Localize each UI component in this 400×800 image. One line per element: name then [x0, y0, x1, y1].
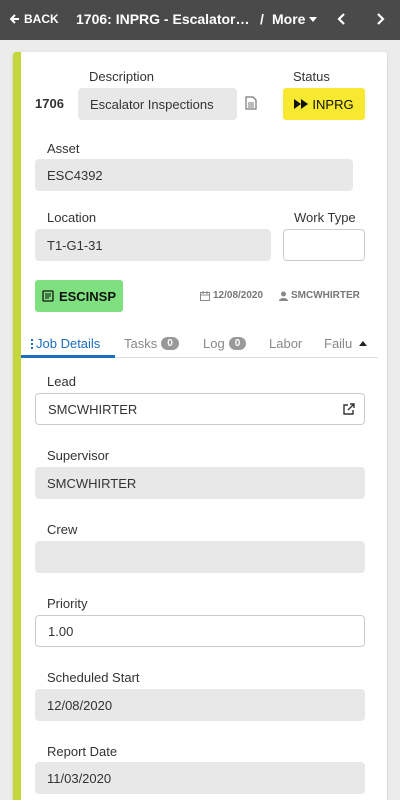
- report-date-label: Report Date: [47, 744, 118, 759]
- tab-failure[interactable]: Failu: [324, 336, 352, 351]
- date-meta: 12/08/2020: [200, 290, 263, 301]
- tab-bar: Job Details Tasks 0 Log 0 Labor Failu: [21, 328, 378, 358]
- supervisor-field[interactable]: SMCWHIRTER: [35, 467, 365, 499]
- tab-label: Labor: [269, 336, 303, 351]
- priority-label: Priority: [47, 596, 88, 611]
- description-field[interactable]: Escalator Inspections: [78, 88, 237, 120]
- lead-label: Lead: [47, 374, 76, 389]
- top-bar: BACK 1706: INPRG - Escalator Inspections…: [0, 0, 400, 40]
- worktype-label: Work Type: [294, 210, 356, 225]
- active-tab-indicator: [21, 355, 115, 358]
- owner-value: SMCWHIRTER: [291, 290, 360, 301]
- tab-label: Job Details: [36, 336, 101, 351]
- back-button[interactable]: BACK: [10, 12, 59, 26]
- status-accent-bar: [13, 52, 21, 800]
- lead-input[interactable]: SMCWHIRTER: [35, 393, 365, 425]
- status-button[interactable]: INPRG: [283, 88, 365, 120]
- asset-label: Asset: [47, 141, 80, 156]
- arrow-left-icon: [10, 14, 19, 24]
- tab-labor[interactable]: Labor: [269, 336, 302, 351]
- owner-meta: SMCWHIRTER: [279, 290, 360, 301]
- external-link-icon[interactable]: [343, 403, 355, 415]
- scheduled-start-field[interactable]: 12/08/2020: [35, 689, 365, 721]
- supervisor-label: Supervisor: [47, 448, 110, 463]
- description-label: Description: [89, 69, 155, 84]
- report-date-field[interactable]: 11/03/2020: [35, 762, 365, 794]
- asset-field[interactable]: ESC4392: [35, 159, 353, 191]
- tab-log[interactable]: Log 0: [203, 336, 247, 351]
- scheduled-start-label: Scheduled Start: [47, 670, 140, 685]
- status-label: Status: [293, 69, 330, 84]
- jobplan-icon: [42, 290, 54, 302]
- tasks-count-badge: 0: [161, 337, 179, 350]
- page-title: 1706: INPRG - Escalator Inspections: [76, 11, 250, 27]
- user-icon: [279, 291, 288, 301]
- tab-job-details[interactable]: Job Details: [31, 336, 100, 351]
- more-label: More: [272, 11, 306, 27]
- tab-label: Log: [203, 336, 225, 351]
- workorder-number: 1706: [35, 96, 64, 111]
- crew-label: Crew: [47, 522, 78, 537]
- worktype-field[interactable]: [283, 229, 365, 261]
- location-label: Location: [47, 210, 97, 225]
- tab-label: Tasks: [124, 336, 158, 351]
- fast-forward-icon: [294, 99, 309, 109]
- status-value: INPRG: [312, 96, 354, 112]
- chevron-left-icon[interactable]: [336, 12, 348, 26]
- tab-label: Failu: [324, 336, 352, 351]
- back-label: BACK: [24, 12, 59, 26]
- menu-dots-icon: [31, 338, 33, 350]
- document-icon[interactable]: [245, 96, 257, 110]
- chevron-right-icon[interactable]: [374, 12, 386, 26]
- crew-field[interactable]: [35, 541, 365, 573]
- date-value: 12/08/2020: [213, 290, 264, 301]
- caret-down-icon: [309, 16, 318, 22]
- tab-tasks[interactable]: Tasks 0: [124, 336, 179, 351]
- breadcrumb-separator: /: [260, 11, 264, 27]
- location-field[interactable]: T1-G1-31: [35, 229, 271, 261]
- jobplan-badge[interactable]: ESCINSP: [35, 280, 123, 312]
- calendar-icon: [200, 290, 210, 301]
- jobplan-value: ESCINSP: [58, 288, 117, 304]
- caret-up-icon[interactable]: [359, 341, 367, 346]
- log-count-badge: 0: [228, 337, 247, 350]
- priority-input[interactable]: 1.00: [35, 615, 365, 647]
- more-menu-button[interactable]: More: [272, 11, 318, 27]
